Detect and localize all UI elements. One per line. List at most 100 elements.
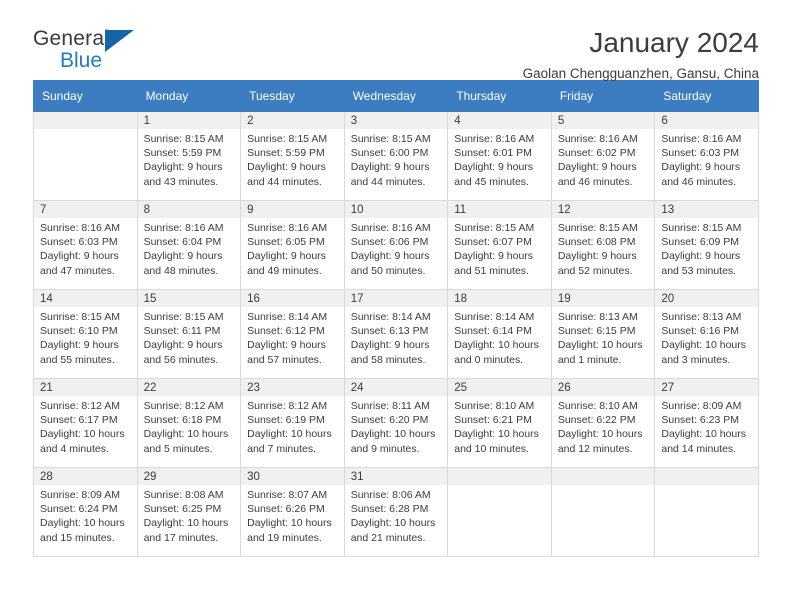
- calendar-day-cell[interactable]: 9 Sunrise: 8:16 AM Sunset: 6:05 PM Daylight…: [240, 200, 345, 290]
- sunrise-text: Sunrise: 8:16 AM: [454, 133, 535, 145]
- daylight-text-line2: and 43 minutes.: [143, 175, 219, 188]
- day-number: 9: [241, 201, 344, 218]
- day-number: 24: [344, 379, 448, 396]
- daylight-text-line1: Daylight: 9 hours: [350, 250, 430, 263]
- general-blue-logo[interactable]: General Blue: [33, 28, 153, 76]
- daylight-text-line2: and 56 minutes.: [143, 353, 219, 366]
- logo-text-general: General: [33, 27, 110, 50]
- sunset-text: Sunset: 6:07 PM: [454, 236, 532, 249]
- daylight-text-line2: and 55 minutes.: [40, 353, 115, 366]
- calendar-day-cell[interactable]: 10 Sunrise: 8:16 AM Sunset: 6:06 PM Dayligh…: [343, 200, 449, 290]
- calendar-day-cell[interactable]: 1 Sunrise: 8:15 AM Sunset: 5:59 PM Daylight…: [136, 111, 242, 201]
- calendar-day-cell[interactable]: 14 Sunrise: 8:15 AM Sunset: 6:10 PM Dayligh…: [33, 289, 138, 379]
- daylight-text-line1: Daylight: 10 hours: [454, 339, 539, 352]
- calendar-week-row: 14 Sunrise: 8:15 AM Sunset: 6:10 PM Dayligh…: [33, 289, 759, 379]
- calendar-day-cell[interactable]: 26 Sunrise: 8:10 AM Sunset: 6:22 PM Dayligh…: [550, 378, 656, 468]
- calendar-day-cell[interactable]: 3 Sunrise: 8:15 AM Sunset: 6:00 PM Daylight…: [343, 111, 449, 201]
- calendar-header-row: Sunday Monday Tuesday Wednesday Thursday…: [33, 80, 759, 112]
- calendar-day-cell[interactable]: 23 Sunrise: 8:12 AM Sunset: 6:19 PM Dayligh…: [240, 378, 345, 468]
- sunrise-text: Sunrise: 8:16 AM: [557, 133, 638, 145]
- daylight-text-line1: Daylight: 10 hours: [247, 428, 332, 441]
- sunrise-text: Sunrise: 8:15 AM: [557, 222, 638, 234]
- day-number: 15: [137, 290, 241, 307]
- calendar-day-cell[interactable]: 11 Sunrise: 8:15 AM Sunset: 6:07 PM Dayligh…: [447, 200, 552, 290]
- calendar-day-cell[interactable]: 27 Sunrise: 8:09 AM Sunset: 6:23 PM Dayligh…: [654, 378, 759, 468]
- calendar-day-cell[interactable]: 7 Sunrise: 8:16 AM Sunset: 6:03 PM Daylight…: [33, 200, 138, 290]
- daylight-text-line2: and 44 minutes.: [247, 175, 322, 188]
- day-number: 27: [655, 379, 758, 396]
- page-subtitle: Gaolan Chengguanzhen, Gansu, China: [522, 66, 759, 82]
- calendar-day-cell[interactable]: 25 Sunrise: 8:10 AM Sunset: 6:21 PM Dayligh…: [447, 378, 552, 468]
- sunrise-text: Sunrise: 8:10 AM: [454, 400, 535, 412]
- calendar-day-cell[interactable]: 19 Sunrise: 8:13 AM Sunset: 6:15 PM Dayligh…: [550, 289, 656, 379]
- calendar-day-cell[interactable]: 5 Sunrise: 8:16 AM Sunset: 6:02 PM Daylight…: [550, 111, 656, 201]
- sunrise-text: Sunrise: 8:07 AM: [247, 489, 328, 501]
- calendar-empty-cell: [33, 111, 138, 201]
- calendar-day-cell[interactable]: 28 Sunrise: 8:09 AM Sunset: 6:24 PM Dayligh…: [33, 467, 138, 557]
- day-details: Sunrise: 8:10 AM Sunset: 6:21 PM Daylight:…: [448, 396, 551, 456]
- daylight-text-line2: and 1 minute.: [557, 353, 622, 366]
- calendar-day-cell[interactable]: 20 Sunrise: 8:13 AM Sunset: 6:16 PM Dayligh…: [654, 289, 759, 379]
- calendar-day-cell[interactable]: 18 Sunrise: 8:14 AM Sunset: 6:14 PM Dayligh…: [447, 289, 552, 379]
- calendar-week-row: 21 Sunrise: 8:12 AM Sunset: 6:17 PM Dayligh…: [33, 378, 759, 468]
- calendar-day-cell[interactable]: 31 Sunrise: 8:06 AM Sunset: 6:28 PM Dayligh…: [343, 467, 449, 557]
- sunset-text: Sunset: 6:24 PM: [40, 503, 118, 516]
- day-number: 28: [34, 468, 137, 485]
- calendar-day-cell[interactable]: 17 Sunrise: 8:14 AM Sunset: 6:13 PM Dayligh…: [343, 289, 449, 379]
- sunrise-text: Sunrise: 8:15 AM: [661, 222, 742, 234]
- day-number: 3: [344, 112, 448, 129]
- day-details: Sunrise: 8:12 AM Sunset: 6:18 PM Daylight:…: [138, 396, 241, 456]
- calendar-day-cell[interactable]: 13 Sunrise: 8:15 AM Sunset: 6:09 PM Dayligh…: [654, 200, 759, 290]
- sunrise-text: Sunrise: 8:15 AM: [143, 311, 224, 323]
- sunrise-text: Sunrise: 8:16 AM: [40, 222, 120, 234]
- calendar-day-cell[interactable]: 6 Sunrise: 8:16 AM Sunset: 6:03 PM Daylight…: [654, 111, 759, 201]
- day-number: 23: [241, 379, 344, 396]
- daylight-text-line2: and 17 minutes.: [143, 531, 219, 544]
- sunrise-text: Sunrise: 8:06 AM: [350, 489, 431, 501]
- daylight-text-line2: and 9 minutes.: [350, 442, 420, 455]
- calendar-day-cell[interactable]: 21 Sunrise: 8:12 AM Sunset: 6:17 PM Dayligh…: [33, 378, 138, 468]
- day-number: 18: [448, 290, 551, 307]
- daylight-text-line1: Daylight: 9 hours: [143, 250, 223, 263]
- daylight-text-line2: and 50 minutes.: [350, 264, 426, 277]
- daylight-text-line1: Daylight: 10 hours: [40, 428, 125, 441]
- calendar-day-cell[interactable]: 4 Sunrise: 8:16 AM Sunset: 6:01 PM Daylight…: [447, 111, 552, 201]
- daylight-text-line2: and 58 minutes.: [350, 353, 426, 366]
- daylight-text-line2: and 45 minutes.: [454, 175, 529, 188]
- daylight-text-line1: Daylight: 10 hours: [40, 517, 125, 530]
- day-number: 6: [655, 112, 758, 129]
- daylight-text-line2: and 46 minutes.: [557, 175, 633, 188]
- calendar-day-cell[interactable]: 16 Sunrise: 8:14 AM Sunset: 6:12 PM Dayligh…: [240, 289, 345, 379]
- weekday-header-monday: Monday: [136, 80, 242, 112]
- calendar-day-cell[interactable]: 30 Sunrise: 8:07 AM Sunset: 6:26 PM Dayligh…: [240, 467, 345, 557]
- daylight-text-line1: Daylight: 9 hours: [350, 161, 430, 174]
- calendar-day-cell[interactable]: 2 Sunrise: 8:15 AM Sunset: 5:59 PM Daylight…: [240, 111, 345, 201]
- daylight-text-line1: Daylight: 10 hours: [557, 339, 643, 352]
- day-number: 25: [448, 379, 551, 396]
- calendar-day-cell[interactable]: 12 Sunrise: 8:15 AM Sunset: 6:08 PM Dayligh…: [550, 200, 656, 290]
- daylight-text-line2: and 10 minutes.: [454, 442, 529, 455]
- calendar-day-cell[interactable]: 8 Sunrise: 8:16 AM Sunset: 6:04 PM Daylight…: [136, 200, 242, 290]
- weekday-header-thursday: Thursday: [447, 80, 552, 112]
- sunset-text: Sunset: 6:15 PM: [557, 325, 636, 338]
- day-details: Sunrise: 8:14 AM Sunset: 6:14 PM Daylight:…: [448, 307, 551, 367]
- daylight-text-line2: and 3 minutes.: [661, 353, 731, 366]
- daylight-text-line2: and 57 minutes.: [247, 353, 322, 366]
- sunrise-text: Sunrise: 8:14 AM: [350, 311, 431, 323]
- day-number: [448, 468, 551, 485]
- sunrise-text: Sunrise: 8:15 AM: [40, 311, 120, 323]
- calendar-day-cell[interactable]: 24 Sunrise: 8:11 AM Sunset: 6:20 PM Dayligh…: [343, 378, 449, 468]
- sunset-text: Sunset: 6:06 PM: [350, 236, 429, 249]
- sunrise-text: Sunrise: 8:15 AM: [247, 133, 328, 145]
- daylight-text-line1: Daylight: 9 hours: [247, 250, 326, 263]
- calendar-day-cell[interactable]: 22 Sunrise: 8:12 AM Sunset: 6:18 PM Dayligh…: [136, 378, 242, 468]
- calendar-day-cell[interactable]: 29 Sunrise: 8:08 AM Sunset: 6:25 PM Dayligh…: [136, 467, 242, 557]
- day-number: 16: [241, 290, 344, 307]
- daylight-text-line1: Daylight: 10 hours: [247, 517, 332, 530]
- day-number: 20: [655, 290, 758, 307]
- daylight-text-line1: Daylight: 10 hours: [143, 428, 229, 441]
- calendar-day-cell[interactable]: 15 Sunrise: 8:15 AM Sunset: 6:11 PM Dayligh…: [136, 289, 242, 379]
- sunset-text: Sunset: 6:28 PM: [350, 503, 429, 516]
- calendar-empty-cell: [447, 467, 552, 557]
- day-details: Sunrise: 8:07 AM Sunset: 6:26 PM Daylight:…: [241, 485, 344, 545]
